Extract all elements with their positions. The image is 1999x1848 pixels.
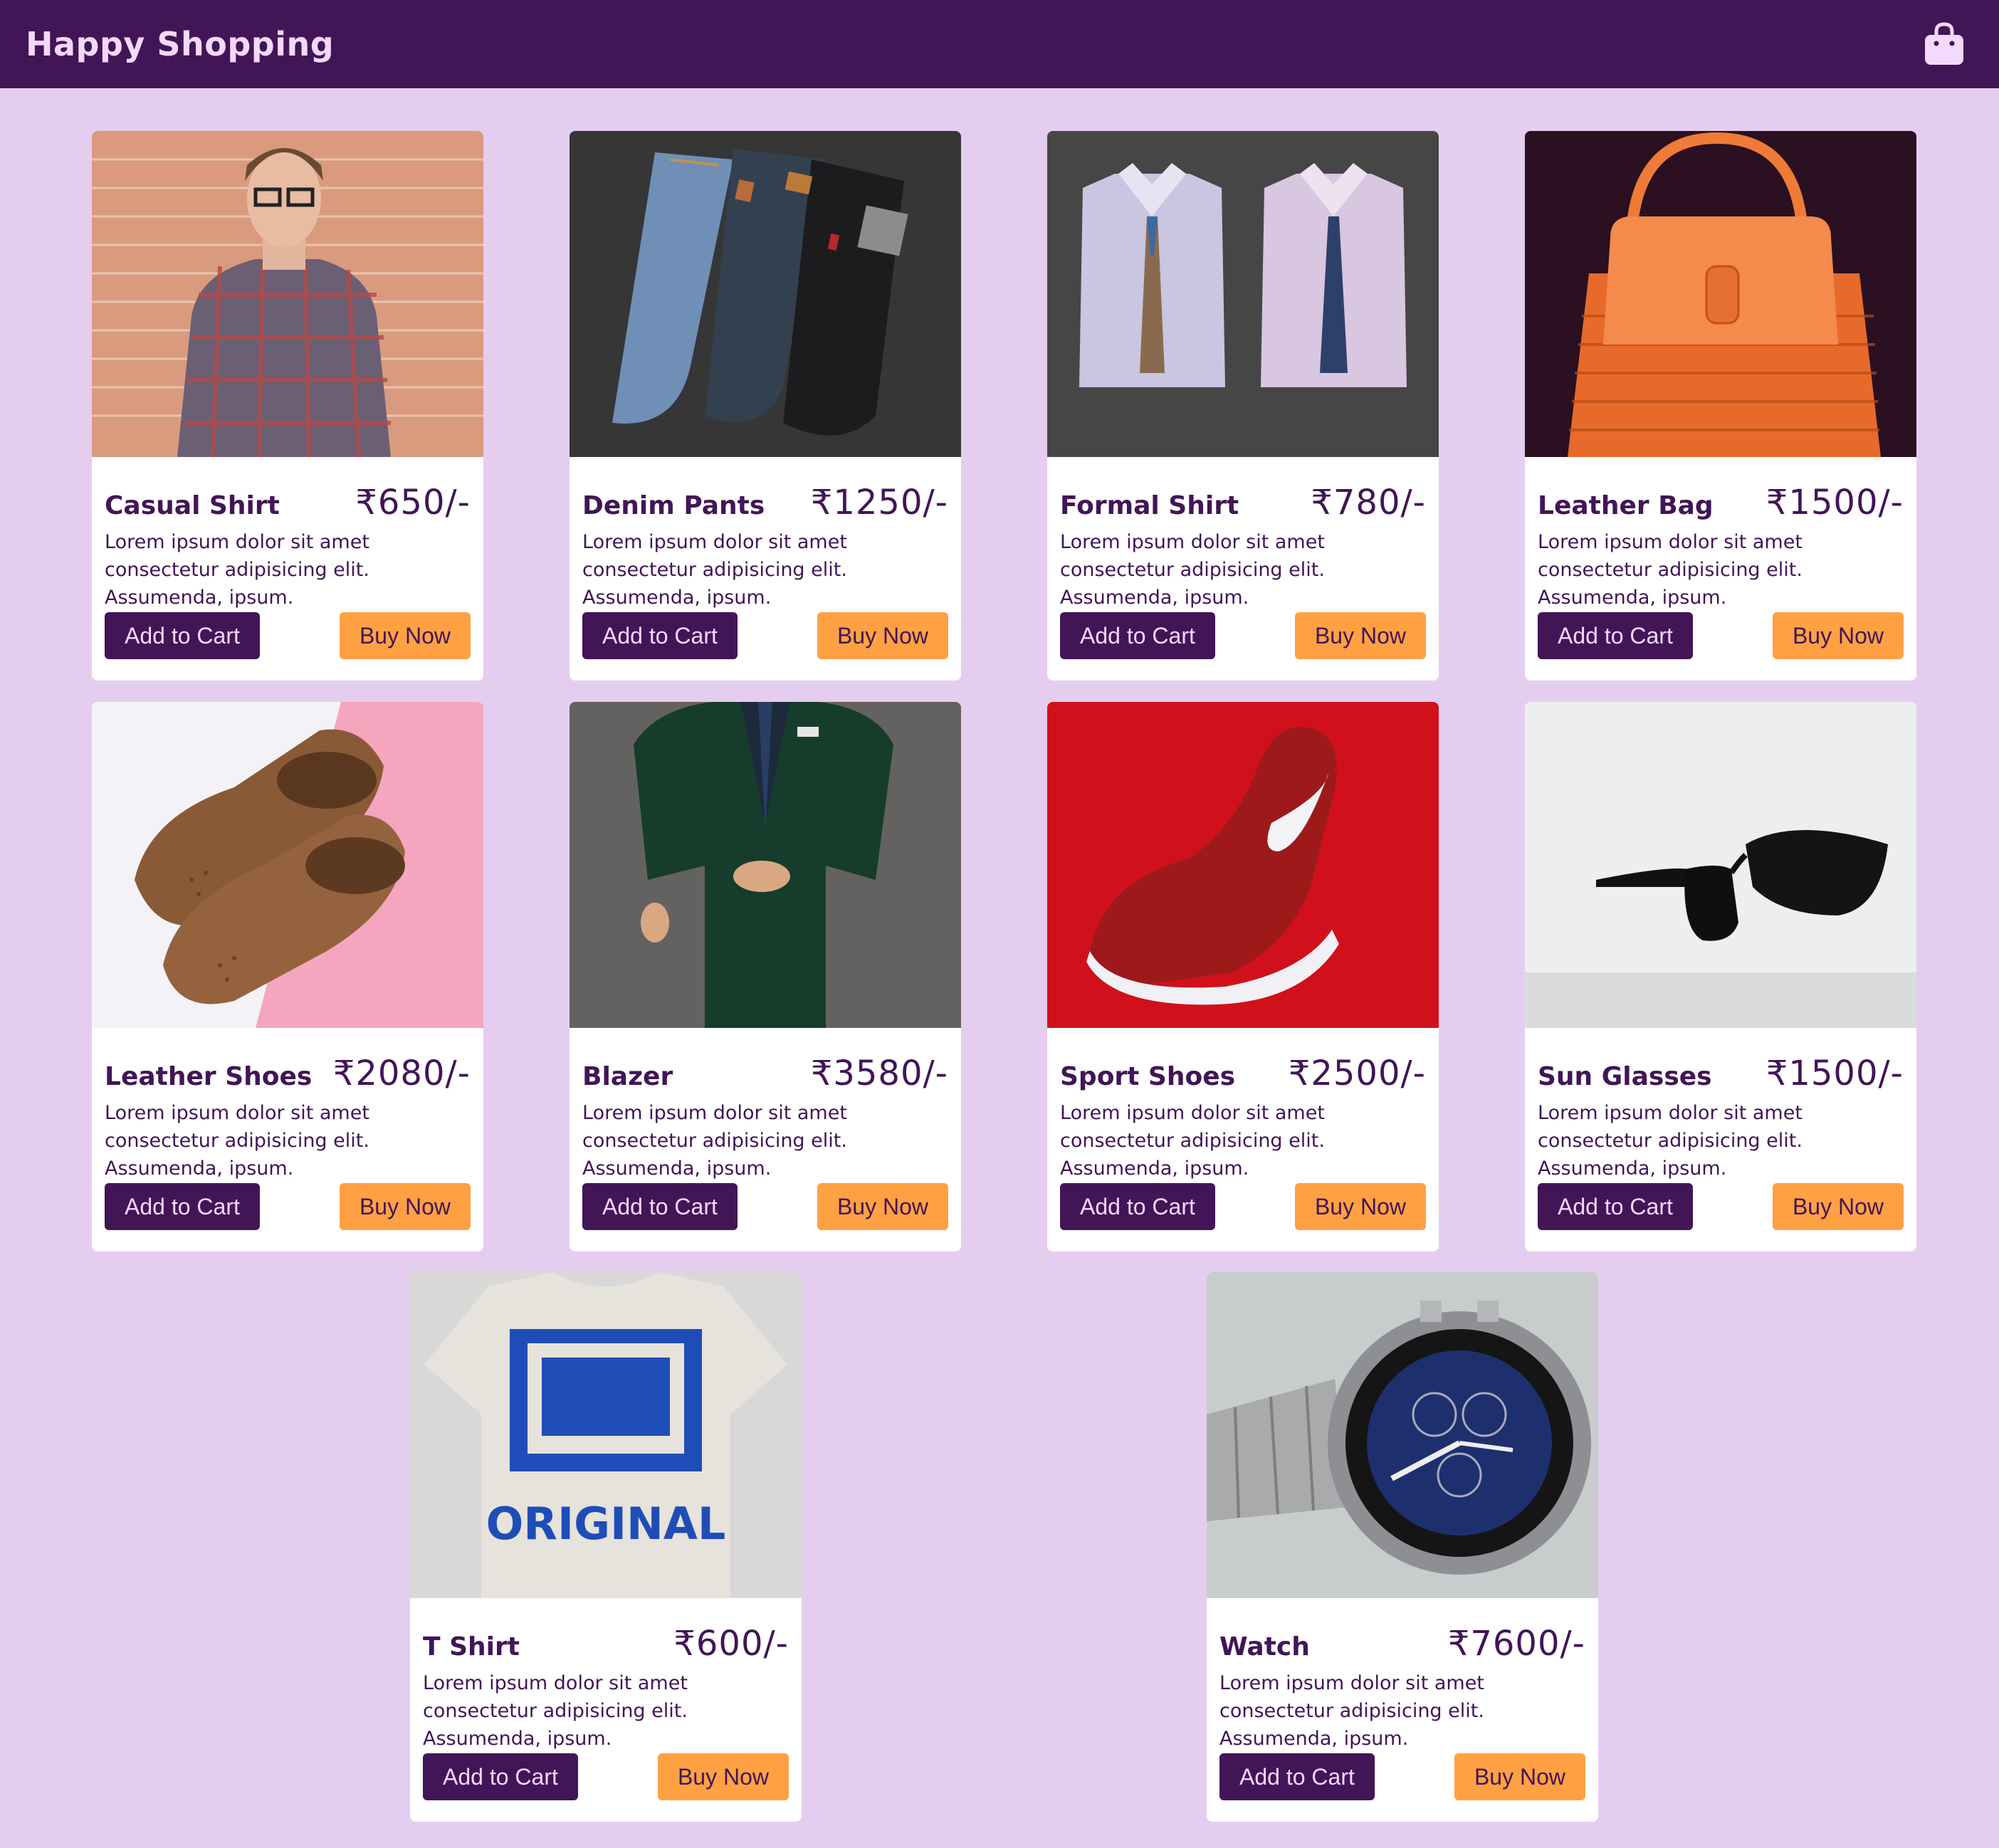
product-name: Sport Shoes <box>1060 1062 1236 1091</box>
product-description: Lorem ipsum dolor sit amet consectetur a… <box>105 1102 369 1180</box>
product-grid: Casual Shirt ₹650/- Lorem ipsum dolor si… <box>0 0 1999 1848</box>
product-name: Leather Bag <box>1538 491 1714 520</box>
product-name: Denim Pants <box>582 491 765 520</box>
add-to-cart-button[interactable]: Add to Cart <box>1060 1183 1215 1230</box>
shopping-bag-icon[interactable] <box>1924 22 1965 66</box>
product-name: T Shirt <box>423 1632 520 1661</box>
add-to-cart-button[interactable]: Add to Cart <box>582 1183 738 1230</box>
product-card-casual-shirt: Casual Shirt ₹650/- Lorem ipsum dolor si… <box>92 131 483 681</box>
product-description: Lorem ipsum dolor sit amet consectetur a… <box>1538 531 1803 609</box>
product-card-formal-shirt: Formal Shirt ₹780/- Lorem ipsum dolor si… <box>1047 131 1439 681</box>
buy-now-button[interactable]: Buy Now <box>817 612 948 659</box>
add-to-cart-button[interactable]: Add to Cart <box>423 1753 578 1800</box>
product-image-formal-shirt[interactable] <box>1047 131 1439 457</box>
add-to-cart-button[interactable]: Add to Cart <box>1538 1183 1693 1230</box>
product-description: Lorem ipsum dolor sit amet consectetur a… <box>1219 1672 1484 1750</box>
product-image-denim-pants[interactable] <box>570 131 961 457</box>
product-image-casual-shirt[interactable] <box>92 131 483 457</box>
buy-now-button[interactable]: Buy Now <box>339 612 471 659</box>
product-image-watch[interactable] <box>1207 1272 1598 1598</box>
buy-now-button[interactable]: Buy Now <box>1772 612 1904 659</box>
product-description: Lorem ipsum dolor sit amet consectetur a… <box>1060 1102 1325 1180</box>
product-price: ₹7600/- <box>1447 1624 1585 1664</box>
product-price: ₹2500/- <box>1288 1054 1426 1093</box>
buy-now-button[interactable]: Buy Now <box>1454 1753 1585 1800</box>
add-to-cart-button[interactable]: Add to Cart <box>1060 612 1215 659</box>
buy-now-button[interactable]: Buy Now <box>339 1183 471 1230</box>
product-card-leather-bag: Leather Bag ₹1500/- Lorem ipsum dolor si… <box>1525 131 1916 681</box>
product-card-blazer: Blazer ₹3580/- Lorem ipsum dolor sit ame… <box>570 702 961 1251</box>
product-image-blazer[interactable] <box>570 702 961 1028</box>
product-price: ₹3580/- <box>810 1054 948 1093</box>
product-description: Lorem ipsum dolor sit amet consectetur a… <box>1538 1102 1803 1180</box>
add-to-cart-button[interactable]: Add to Cart <box>105 1183 260 1230</box>
product-price: ₹780/- <box>1311 483 1426 523</box>
buy-now-button[interactable]: Buy Now <box>1772 1183 1904 1230</box>
product-name: Sun Glasses <box>1538 1062 1712 1091</box>
add-to-cart-button[interactable]: Add to Cart <box>105 612 260 659</box>
product-price: ₹600/- <box>673 1624 789 1664</box>
product-price: ₹650/- <box>355 483 471 523</box>
product-image-leather-shoes[interactable] <box>92 702 483 1028</box>
product-card-t-shirt: ORIGINAL T Shirt ₹600/- Lorem ipsum dolo… <box>410 1272 802 1822</box>
buy-now-button[interactable]: Buy Now <box>657 1753 789 1800</box>
brand-title[interactable]: Happy Shopping <box>26 25 334 63</box>
product-name: Blazer <box>582 1062 673 1091</box>
product-price: ₹2080/- <box>332 1054 471 1093</box>
product-price: ₹1250/- <box>810 483 948 523</box>
product-image-t-shirt[interactable]: ORIGINAL <box>410 1272 802 1598</box>
product-description: Lorem ipsum dolor sit amet consectetur a… <box>582 531 847 609</box>
product-card-sport-shoes: Sport Shoes ₹2500/- Lorem ipsum dolor si… <box>1047 702 1439 1251</box>
product-name: Leather Shoes <box>105 1062 313 1091</box>
product-image-sport-shoes[interactable] <box>1047 702 1439 1028</box>
product-name: Casual Shirt <box>105 491 280 520</box>
product-card-watch: Watch ₹7600/- Lorem ipsum dolor sit amet… <box>1207 1272 1598 1822</box>
product-description: Lorem ipsum dolor sit amet consectetur a… <box>105 531 369 609</box>
add-to-cart-button[interactable]: Add to Cart <box>1219 1753 1375 1800</box>
buy-now-button[interactable]: Buy Now <box>817 1183 948 1230</box>
product-price: ₹1500/- <box>1765 483 1904 523</box>
product-description: Lorem ipsum dolor sit amet consectetur a… <box>1060 531 1325 609</box>
product-price: ₹1500/- <box>1765 1054 1904 1093</box>
product-description: Lorem ipsum dolor sit amet consectetur a… <box>423 1672 688 1750</box>
product-image-sun-glasses[interactable] <box>1525 702 1916 1028</box>
add-to-cart-button[interactable]: Add to Cart <box>582 612 738 659</box>
product-card-leather-shoes: Leather Shoes ₹2080/- Lorem ipsum dolor … <box>92 702 483 1251</box>
product-image-leather-bag[interactable] <box>1525 131 1916 457</box>
navbar: Happy Shopping <box>0 0 1999 88</box>
buy-now-button[interactable]: Buy Now <box>1294 1183 1426 1230</box>
product-name: Watch <box>1219 1632 1310 1661</box>
product-card-sun-glasses: Sun Glasses ₹1500/- Lorem ipsum dolor si… <box>1525 702 1916 1251</box>
product-name: Formal Shirt <box>1060 491 1239 520</box>
add-to-cart-button[interactable]: Add to Cart <box>1538 612 1693 659</box>
tshirt-print-text: ORIGINAL <box>486 1498 726 1550</box>
product-card-denim-pants: Denim Pants ₹1250/- Lorem ipsum dolor si… <box>570 131 961 681</box>
product-description: Lorem ipsum dolor sit amet consectetur a… <box>582 1102 847 1180</box>
buy-now-button[interactable]: Buy Now <box>1294 612 1426 659</box>
